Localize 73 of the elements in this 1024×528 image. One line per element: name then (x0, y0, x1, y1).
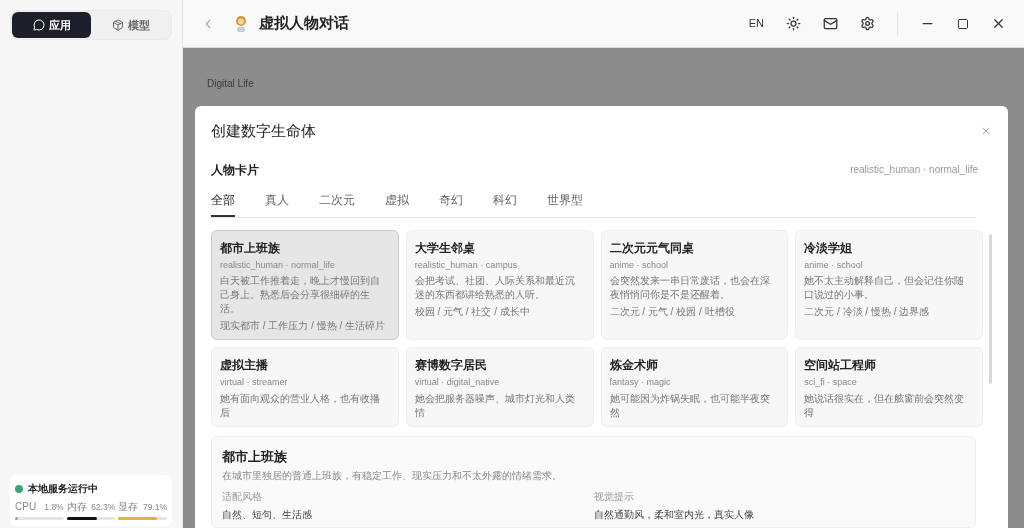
card-title: 虚拟主播 (220, 357, 269, 374)
card-type: anime · school (609, 258, 670, 272)
field-value: 自然通勤风，柔和室内光，真实人像 (593, 508, 755, 522)
mail-icon[interactable] (823, 16, 838, 31)
card-description: 会把考试、社团、人际关系和最近沉迷的东西都讲给熟悉的人听。 (414, 274, 576, 302)
status-label: 本地服务运行中 (28, 482, 98, 496)
scrollbar[interactable] (989, 233, 992, 384)
character-card[interactable]: 都市上班族 realistic_human · normal_life 白天被工作推着走，晚上才慢回到自己身上。熟悉后会分享很细碎的生活。 现实都市 / 工作压力 / 慢热 / 生活碎片 (211, 229, 399, 340)
category-tab[interactable]: 虚拟 (385, 190, 409, 217)
card-tags: 二次元 / 冷淡 / 慢热 / 边界感 (804, 304, 974, 319)
detail-title: 都市上班族 (222, 447, 288, 466)
settings-icon[interactable] (860, 16, 875, 31)
meter-label: CPU (15, 500, 37, 514)
category-tab[interactable]: 世界型 (547, 190, 583, 217)
character-card[interactable]: 冷淡学姐 anime · school 她不太主动解释自己，但会记住你随口说过的小事。 二次元 / 冷淡 / 慢热 / 边界感 (795, 229, 983, 340)
card-title: 冷淡学姐 (804, 239, 854, 257)
card-title: 赛博数字居民 (414, 357, 488, 374)
meter-label: 显存 (118, 500, 139, 514)
character-card[interactable]: 赛博数字居民 virtual · digital_native 她会把服务器噪声、城市灯光和人类情 (405, 347, 594, 427)
card-description: 她会把服务器噪声、城市灯光和人类情 (414, 391, 576, 420)
card-title: 炼金术师 (609, 357, 659, 374)
card-type: sci_fi · space (804, 376, 858, 389)
category-tab[interactable]: 二次元 (319, 190, 355, 217)
section-eyebrow: Digital Life (207, 77, 254, 91)
chat-bubble-icon (32, 19, 45, 31)
card-description: 会突然发来一串日常废话，也会在深夜悄悄问你是不是还醒着。 (609, 274, 771, 302)
card-type: virtual · digital_native (414, 376, 501, 389)
category-tab[interactable]: 科幻 (493, 190, 517, 217)
detail-description: 在城市里独居的普通上班族，有稳定工作、现实压力和不太外露的情绪需求。 (222, 469, 563, 483)
card-title: 空间站工程师 (804, 357, 878, 374)
card-type: realistic_human · normal_life (220, 258, 337, 272)
mode-tab[interactable]: 应用 (12, 12, 91, 38)
field-label: 视觉提示 (593, 490, 635, 504)
card-tags: 校园 / 元气 / 社交 / 成长中 (414, 304, 585, 319)
language-button[interactable]: EN (748, 15, 764, 32)
section-title: 人物卡片 (211, 161, 259, 179)
mode-tab[interactable]: 模型 (91, 12, 170, 38)
meter-reading: 62.3% (91, 501, 116, 514)
card-type: anime · school (804, 258, 864, 272)
card-type: fantasy · magic (609, 376, 672, 389)
card-description: 她不太主动解释自己，但会记住你随口说过的小事。 (804, 274, 966, 302)
current-type: realistic_human · normal_life (850, 163, 978, 177)
close-icon[interactable] (991, 16, 1006, 31)
character-card[interactable]: 二次元元气同桌 anime · school 会突然发来一串日常废话，也会在深夜悄悄问你是不是还醒着。 二次元 / 元气 / 校园 / 吐槽役 (600, 229, 789, 340)
card-description: 她有面向观众的营业人格，也有收播后 (220, 391, 381, 420)
character-card[interactable]: 空间站工程师 sci_fi · space 她说话很实在，但在舷窗前会突然变得 (795, 347, 983, 427)
meter-reading: 1.8% (44, 501, 64, 514)
card-description: 她说话很实在，但在舷窗前会突然变得 (804, 391, 966, 420)
card-title: 都市上班族 (220, 239, 281, 257)
card-tags: 二次元 / 元气 / 校园 / 吐槽役 (609, 304, 780, 319)
meter-reading: 79.1% (142, 501, 167, 514)
field-value: 自然、短句、生活感 (222, 508, 313, 522)
card-tags: 现实都市 / 工作压力 / 慢热 / 生活碎片 (220, 318, 390, 333)
card-description: 白天被工作推着走，晚上才慢回到自己身上。熟悉后会分享很细碎的生活。 (220, 274, 381, 316)
card-type: virtual · streamer (220, 376, 289, 389)
character-card[interactable]: 虚拟主播 virtual · streamer 她有面向观众的营业人格，也有收播后 (211, 347, 399, 427)
dialog-title: 创建数字生命体 (211, 121, 316, 141)
category-tab[interactable]: 奇幻 (439, 190, 463, 217)
page-title: 虚拟人物对话 (259, 13, 349, 34)
character-card[interactable]: 大学生邻桌 realistic_human · campus 会把考试、社团、人际关系和最近沉迷的东西都讲给熟悉的人听。 校园 / 元气 / 社交 / 成长中 (405, 229, 594, 340)
card-description: 她可能因为炸锅失眠，也可能半夜突然 (609, 391, 771, 420)
card-title: 大学生邻桌 (414, 239, 476, 257)
field-label: 适配风格 (222, 490, 263, 504)
character-card[interactable]: 炼金术师 fantasy · magic 她可能因为炸锅失眠，也可能半夜突然 (600, 347, 789, 427)
character-avatar-icon (233, 14, 249, 33)
card-title: 二次元元气同桌 (609, 239, 695, 257)
maximize-icon[interactable] (957, 17, 969, 30)
category-tab[interactable]: 全部 (211, 190, 235, 217)
card-type: realistic_human · campus (414, 258, 519, 272)
package-icon (111, 19, 124, 31)
category-tab[interactable]: 真人 (265, 190, 289, 217)
sun-icon[interactable] (786, 16, 801, 31)
meter-label: 内存 (66, 500, 87, 514)
